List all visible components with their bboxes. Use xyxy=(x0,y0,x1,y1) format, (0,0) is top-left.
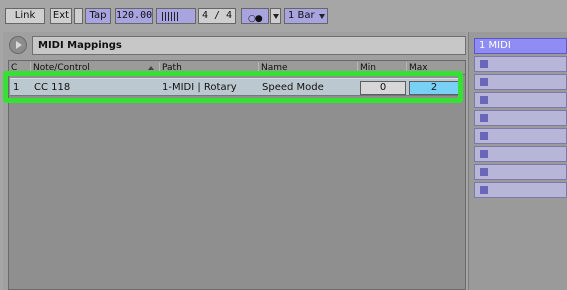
sort-ascending-icon xyxy=(148,66,154,70)
chevron-down-icon xyxy=(319,14,325,19)
clip-slot[interactable] xyxy=(474,182,567,198)
column-header-channel[interactable]: C xyxy=(9,62,29,74)
clip-stop-icon xyxy=(480,132,488,140)
clip-slot[interactable] xyxy=(474,56,567,72)
ext-sync-button[interactable]: Ext xyxy=(50,8,72,24)
column-header-name[interactable]: Name xyxy=(258,62,356,74)
clip-stop-icon xyxy=(480,96,488,104)
tap-tempo-button[interactable]: Tap xyxy=(85,8,111,24)
clip-stop-icon xyxy=(480,114,488,122)
transport-bar: Link Ext Tap 120.00 4 / 4 ○● 1 Bar xyxy=(0,0,567,32)
clip-slot[interactable] xyxy=(474,74,567,90)
link-button[interactable]: Link xyxy=(5,8,45,24)
midi-mappings-panel: MIDI Mappings C Note/Control Path Name M… xyxy=(3,32,466,290)
quantization-label: 1 Bar xyxy=(288,10,315,21)
clip-slot[interactable] xyxy=(474,110,567,126)
table-header: C Note/Control Path Name Min Max xyxy=(9,61,465,75)
clip-stop-icon xyxy=(480,78,488,86)
clip-slot[interactable] xyxy=(474,92,567,108)
cell-name: Speed Mode xyxy=(262,82,324,93)
panel-title: MIDI Mappings xyxy=(32,36,466,55)
time-signature-field[interactable]: 4 / 4 xyxy=(198,8,236,24)
column-header-note-control[interactable]: Note/Control xyxy=(30,62,158,74)
metronome-menu-button[interactable] xyxy=(270,8,281,24)
cell-path: 1-MIDI | Rotary xyxy=(162,82,237,93)
clip-stop-icon xyxy=(480,186,488,194)
clip-stop-icon xyxy=(480,168,488,176)
mappings-table: C Note/Control Path Name Min Max 1 CC 11… xyxy=(8,60,466,290)
clip-slot[interactable] xyxy=(474,128,567,144)
panel-toggle-button[interactable] xyxy=(9,36,27,54)
cell-note-control: CC 118 xyxy=(34,82,71,93)
max-value-field[interactable]: 2 xyxy=(409,81,459,95)
clip-stop-icon xyxy=(480,150,488,158)
chevron-down-icon xyxy=(273,14,279,19)
cell-channel: 1 xyxy=(13,82,20,93)
track-title-label: 1 MIDI xyxy=(479,40,511,51)
column-header-max[interactable]: Max xyxy=(406,62,464,74)
column-header-path[interactable]: Path xyxy=(159,62,257,74)
tempo-field[interactable]: 120.00 xyxy=(115,8,153,24)
metronome-button[interactable]: ○● xyxy=(241,8,269,24)
tempo-nudge-icon xyxy=(162,12,180,21)
clip-slot[interactable] xyxy=(474,164,567,180)
track-title-1-midi[interactable]: 1 MIDI xyxy=(474,38,567,54)
min-value-field[interactable]: 0 xyxy=(360,81,406,95)
metronome-icon: ○● xyxy=(248,14,263,24)
clip-stop-icon xyxy=(480,60,488,68)
table-row[interactable]: 1 CC 118 1-MIDI | Rotary Speed Mode 0 2 xyxy=(10,78,462,96)
sync-divider xyxy=(74,8,83,24)
column-header-note-control-label: Note/Control xyxy=(33,63,90,73)
column-header-min[interactable]: Min xyxy=(357,62,405,74)
track-column: 1 MIDI xyxy=(468,32,567,290)
quantization-menu[interactable]: 1 Bar xyxy=(284,8,328,24)
tempo-nudge-buttons[interactable] xyxy=(156,8,196,24)
clip-slot[interactable] xyxy=(474,146,567,162)
